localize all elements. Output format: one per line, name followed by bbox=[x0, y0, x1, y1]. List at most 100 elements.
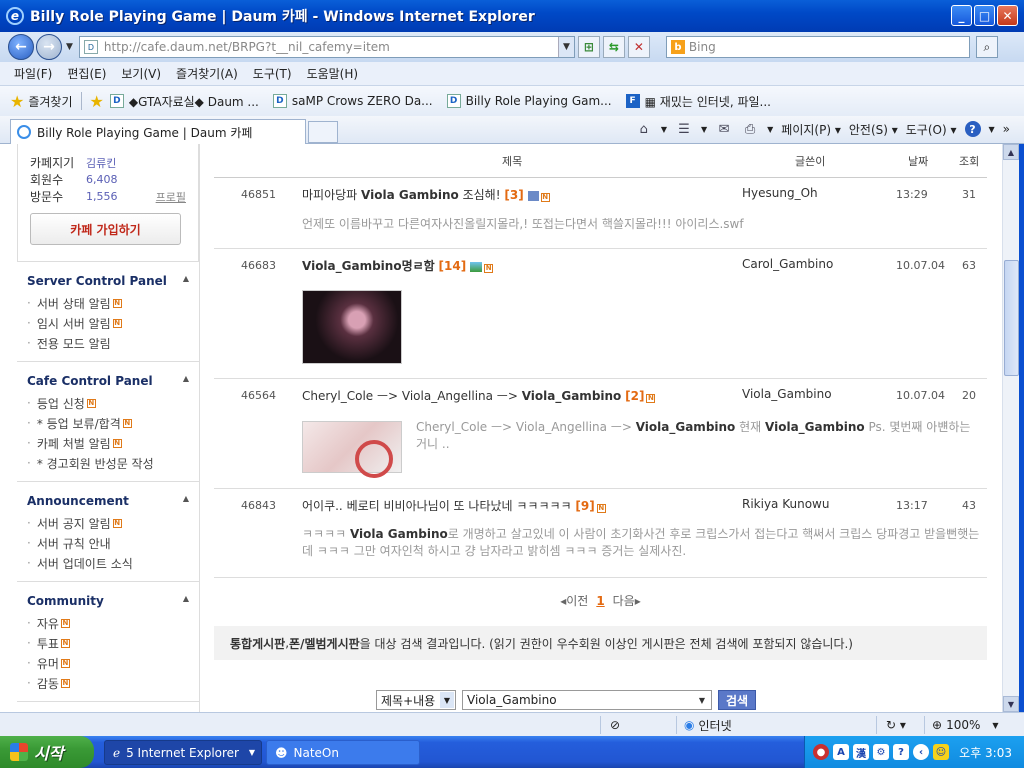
section-title[interactable]: Community ▲ bbox=[27, 594, 189, 608]
sidebar-menu-item[interactable]: · 자유 N bbox=[27, 613, 189, 633]
post-title-link[interactable]: 마피아당파 Viola Gambino 조심해! [3] N bbox=[302, 186, 550, 203]
search-go-icon[interactable]: ⌕ bbox=[975, 36, 998, 58]
profile-link[interactable]: 프로필 bbox=[156, 189, 186, 205]
section-title[interactable]: Announcement ▲ bbox=[27, 494, 189, 508]
taskbar-item-nateon[interactable]: ☻ NateOn bbox=[266, 740, 420, 765]
scroll-thumb[interactable] bbox=[1004, 260, 1019, 376]
join-cafe-button[interactable]: 카페 가입하기 bbox=[30, 213, 181, 245]
ime-help-icon[interactable]: ? bbox=[893, 744, 909, 760]
add-favorite-icon[interactable]: ★ bbox=[90, 92, 104, 111]
author-link[interactable]: Rikiya Kunowu bbox=[742, 497, 829, 511]
author-link[interactable]: Carol_Gambino bbox=[742, 257, 833, 271]
current-page[interactable]: 1 bbox=[596, 594, 604, 608]
collapse-icon[interactable]: ▲ bbox=[183, 594, 189, 608]
sidebar-menu-item[interactable]: · 등업 신청 N bbox=[27, 393, 189, 413]
compatibility-icon[interactable]: ⊞ bbox=[577, 36, 600, 58]
recent-pages-dropdown[interactable]: ▼ bbox=[66, 42, 73, 52]
menu-view[interactable]: 보기(V) bbox=[121, 65, 161, 82]
ime-tool-icon[interactable]: ⚙ bbox=[873, 744, 889, 760]
menu-help[interactable]: 도움말(H) bbox=[307, 65, 359, 82]
taskbar-item-ie[interactable]: ℯ5 Internet Explorer ▼ bbox=[104, 740, 262, 765]
favorite-item[interactable]: D ◆GTA자료실◆ Daum ... bbox=[109, 93, 259, 110]
favorites-star-icon[interactable]: ★ bbox=[10, 92, 24, 111]
maximize-button[interactable]: □ bbox=[974, 5, 995, 26]
search-box[interactable]: b Bing bbox=[665, 36, 970, 58]
address-dropdown[interactable]: ▼ bbox=[557, 37, 574, 57]
section-title[interactable]: Server Control Panel ▲ bbox=[27, 274, 189, 288]
sidebar-menu-item[interactable]: · 투표 N bbox=[27, 633, 189, 653]
sidebar-menu-item[interactable]: · 서버 규칙 안내 bbox=[27, 533, 189, 553]
author-link[interactable]: Viola_Gambino bbox=[742, 387, 832, 401]
sidebar-menu-item[interactable]: · 임시 서버 알림 N bbox=[27, 313, 189, 333]
sidebar-menu-item[interactable]: · 유머 N bbox=[27, 653, 189, 673]
post-title-link[interactable]: Viola_Gambino명ㄹ함 [14] N bbox=[302, 257, 494, 274]
search-input[interactable]: Viola_Gambino ▼ bbox=[462, 690, 712, 710]
menu-file[interactable]: 파일(F) bbox=[14, 65, 52, 82]
scroll-down-icon[interactable]: ▼ bbox=[1003, 696, 1019, 712]
post-title-link[interactable]: Cheryl_Cole ㅡ> Viola_Angellina ㅡ> Viola_… bbox=[302, 387, 656, 404]
page-menu[interactable]: 페이지(P) ▾ bbox=[781, 121, 841, 138]
sidebar-menu-item[interactable]: · 서버 업데이트 소식 bbox=[27, 553, 189, 573]
collapse-icon[interactable]: ▲ bbox=[183, 494, 189, 508]
search-scope-select[interactable]: 제목+내용 ▼ bbox=[376, 690, 456, 710]
home-icon[interactable]: ⌂ bbox=[635, 120, 653, 138]
start-button[interactable]: 시작 bbox=[0, 736, 94, 768]
more-commands-icon[interactable]: » bbox=[1003, 122, 1010, 136]
favorite-item[interactable]: DsaMP Crows ZERO Da... bbox=[272, 94, 433, 108]
zoom-control[interactable]: ⊕ 100% ▼ bbox=[932, 716, 999, 734]
tools-menu[interactable]: 도구(O) ▾ bbox=[906, 121, 957, 138]
sidebar-menu-item[interactable]: · 서버 공지 알림 N bbox=[27, 513, 189, 533]
back-button[interactable]: ← bbox=[8, 34, 34, 60]
post-preview[interactable]: 언제또 이름바꾸고 다른여자사진올릴지몰라,! 또접는다면서 핵쓸지몰라!!! … bbox=[302, 216, 982, 233]
messenger-icon[interactable]: ☺ bbox=[933, 744, 949, 760]
mail-icon[interactable]: ✉ bbox=[715, 120, 733, 138]
refresh-icon[interactable]: ⇆ bbox=[602, 36, 625, 58]
next-page-link[interactable]: 다음▸ bbox=[613, 594, 641, 608]
collapse-icon[interactable]: ▲ bbox=[183, 374, 189, 388]
close-button[interactable]: ✕ bbox=[997, 5, 1018, 26]
collapse-icon[interactable]: ▲ bbox=[183, 274, 189, 288]
sidebar-menu-item[interactable]: · 서버 상태 알림 N bbox=[27, 293, 189, 313]
sidebar-menu-item[interactable]: · * 등업 보류/합격 N bbox=[27, 413, 189, 433]
scroll-up-icon[interactable]: ▲ bbox=[1003, 144, 1019, 160]
ime-icon[interactable]: ● bbox=[813, 744, 829, 760]
clock[interactable]: 오후 3:03 bbox=[959, 744, 1012, 761]
ime-hanja-icon[interactable]: 漢 bbox=[853, 744, 869, 760]
menu-edit[interactable]: 편집(E) bbox=[67, 65, 106, 82]
sidebar-menu-item[interactable]: · 카페 처벌 알림 N bbox=[27, 433, 189, 453]
favorites-label[interactable]: 즐겨찾기 bbox=[28, 93, 72, 110]
search-button[interactable]: 검색 bbox=[718, 690, 757, 710]
address-input[interactable]: D http://cafe.daum.net/BRPG?t__nil_cafem… bbox=[78, 36, 575, 58]
safety-menu[interactable]: 안전(S) ▾ bbox=[849, 121, 898, 138]
post-thumbnail[interactable] bbox=[302, 421, 402, 478]
section-title[interactable]: Cafe Control Panel ▲ bbox=[27, 374, 189, 388]
favorite-item[interactable]: D Billy Role Playing Gam... bbox=[446, 94, 612, 108]
tab-active[interactable]: Billy Role Playing Game | Daum 카페 bbox=[10, 119, 306, 144]
tray-expand-icon[interactable]: ‹ bbox=[913, 744, 929, 760]
sidebar-menu-item[interactable]: · 감동 N bbox=[27, 673, 189, 693]
vertical-scrollbar[interactable]: ▲ ▼ bbox=[1002, 144, 1019, 712]
favorite-item[interactable]: F ▦ 재밌는 인터넷, 파일... bbox=[625, 93, 771, 110]
post-title-link[interactable]: 어이쿠.. 베로티 비비아나님이 또 나타났네 ㅋㅋㅋㅋㅋ [9] N bbox=[302, 497, 606, 514]
post-preview[interactable]: ㅋㅋㅋㅋ Viola Gambino로 개명하고 살고있네 이 사람이 초기화사… bbox=[302, 526, 982, 560]
cafe-manager-link[interactable]: 김류킨 bbox=[86, 155, 116, 171]
print-icon[interactable]: ⎙ bbox=[741, 120, 759, 138]
privacy-icon[interactable]: ⊘ bbox=[610, 716, 620, 734]
author-link[interactable]: Hyesung_Oh bbox=[742, 186, 818, 200]
protected-mode-icon[interactable]: ↻ ▾ bbox=[886, 716, 906, 734]
menu-favorites[interactable]: 즐겨찾기(A) bbox=[176, 65, 238, 82]
forward-button[interactable]: → bbox=[36, 34, 62, 60]
feeds-icon[interactable]: ☰ bbox=[675, 120, 693, 138]
post-preview[interactable]: Cheryl_Cole ㅡ> Viola_Angellina ㅡ> Viola_… bbox=[416, 419, 976, 453]
menu-tools[interactable]: 도구(T) bbox=[253, 65, 292, 82]
security-zone[interactable]: ◉ 인터넷 bbox=[684, 716, 732, 734]
help-icon[interactable]: ? bbox=[964, 121, 981, 137]
sidebar-menu-item[interactable]: · 전용 모드 알림 bbox=[27, 333, 189, 353]
ime-a-icon[interactable]: A bbox=[833, 744, 849, 760]
post-thumbnail[interactable] bbox=[302, 290, 402, 364]
sidebar-menu-item[interactable]: · * 경고회원 반성문 작성 bbox=[27, 453, 189, 473]
minimize-button[interactable]: _ bbox=[951, 5, 972, 26]
stop-icon[interactable]: ✕ bbox=[627, 36, 650, 58]
new-tab-button[interactable] bbox=[308, 121, 338, 143]
prev-page-link[interactable]: ◂이전 bbox=[560, 594, 588, 608]
